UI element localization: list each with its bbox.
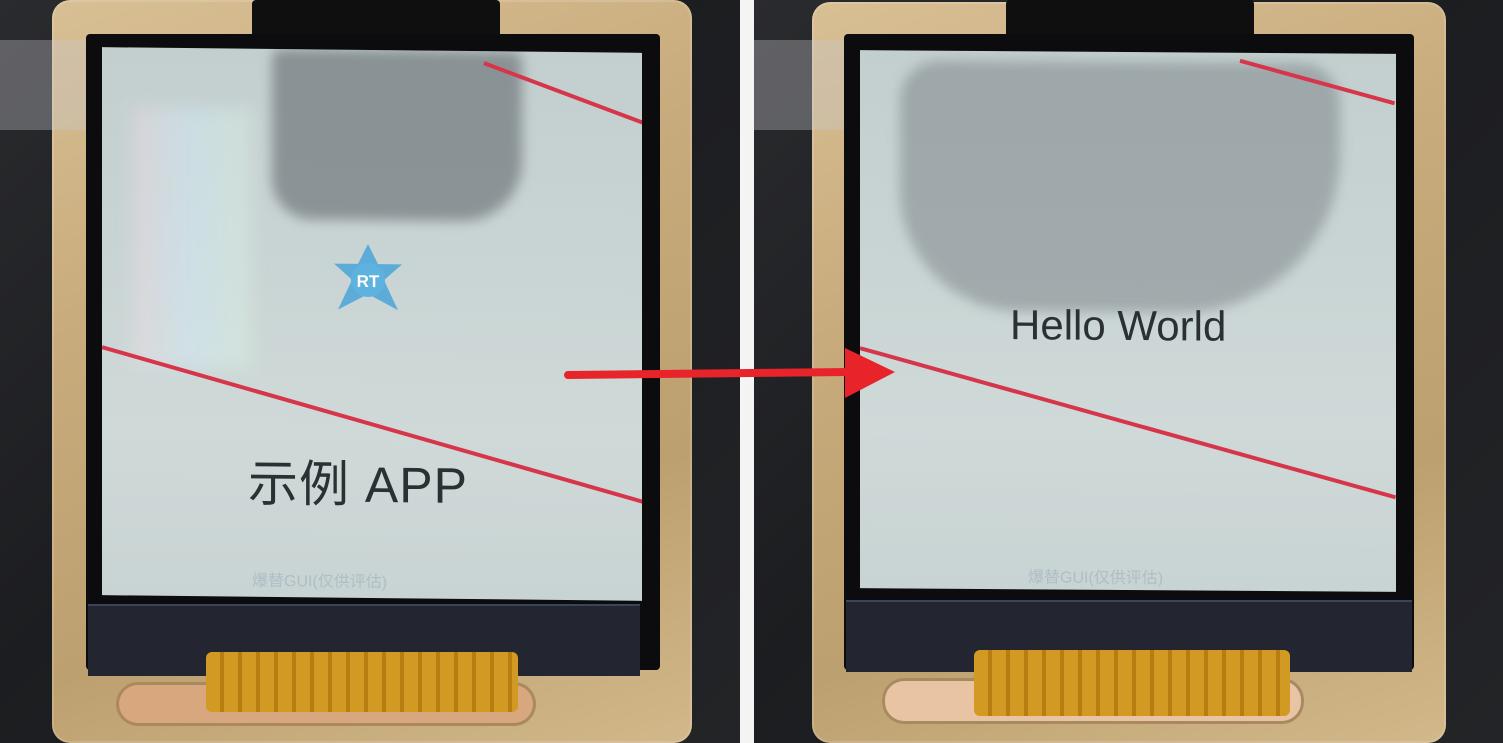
reflection-shadow xyxy=(900,60,1340,314)
before-photo: RT 示例 APP 爆替GUI(仅供评估) xyxy=(0,0,740,743)
watermark-text: 爆替GUI(仅供评估) xyxy=(252,572,388,592)
hello-world-text: Hello World xyxy=(1010,301,1227,350)
rt-logo-icon: RT xyxy=(334,243,402,311)
image-divider xyxy=(740,0,754,743)
glare-reflection xyxy=(132,107,252,369)
lcd-screen-before: RT 示例 APP 爆替GUI(仅供评估) xyxy=(102,47,642,601)
logo-label: RT xyxy=(357,272,380,291)
app-title-text: 示例 APP xyxy=(248,455,468,515)
reflection-shadow xyxy=(272,48,522,222)
after-photo: Hello World 爆替GUI(仅供评估) xyxy=(754,0,1503,743)
red-line-diagonal xyxy=(860,346,1396,500)
flex-cable xyxy=(974,650,1290,716)
flex-cable xyxy=(206,652,518,712)
watermark-text: 爆替GUI(仅供评估) xyxy=(1028,569,1164,588)
lcd-screen-after: Hello World 爆替GUI(仅供评估) xyxy=(860,50,1396,592)
